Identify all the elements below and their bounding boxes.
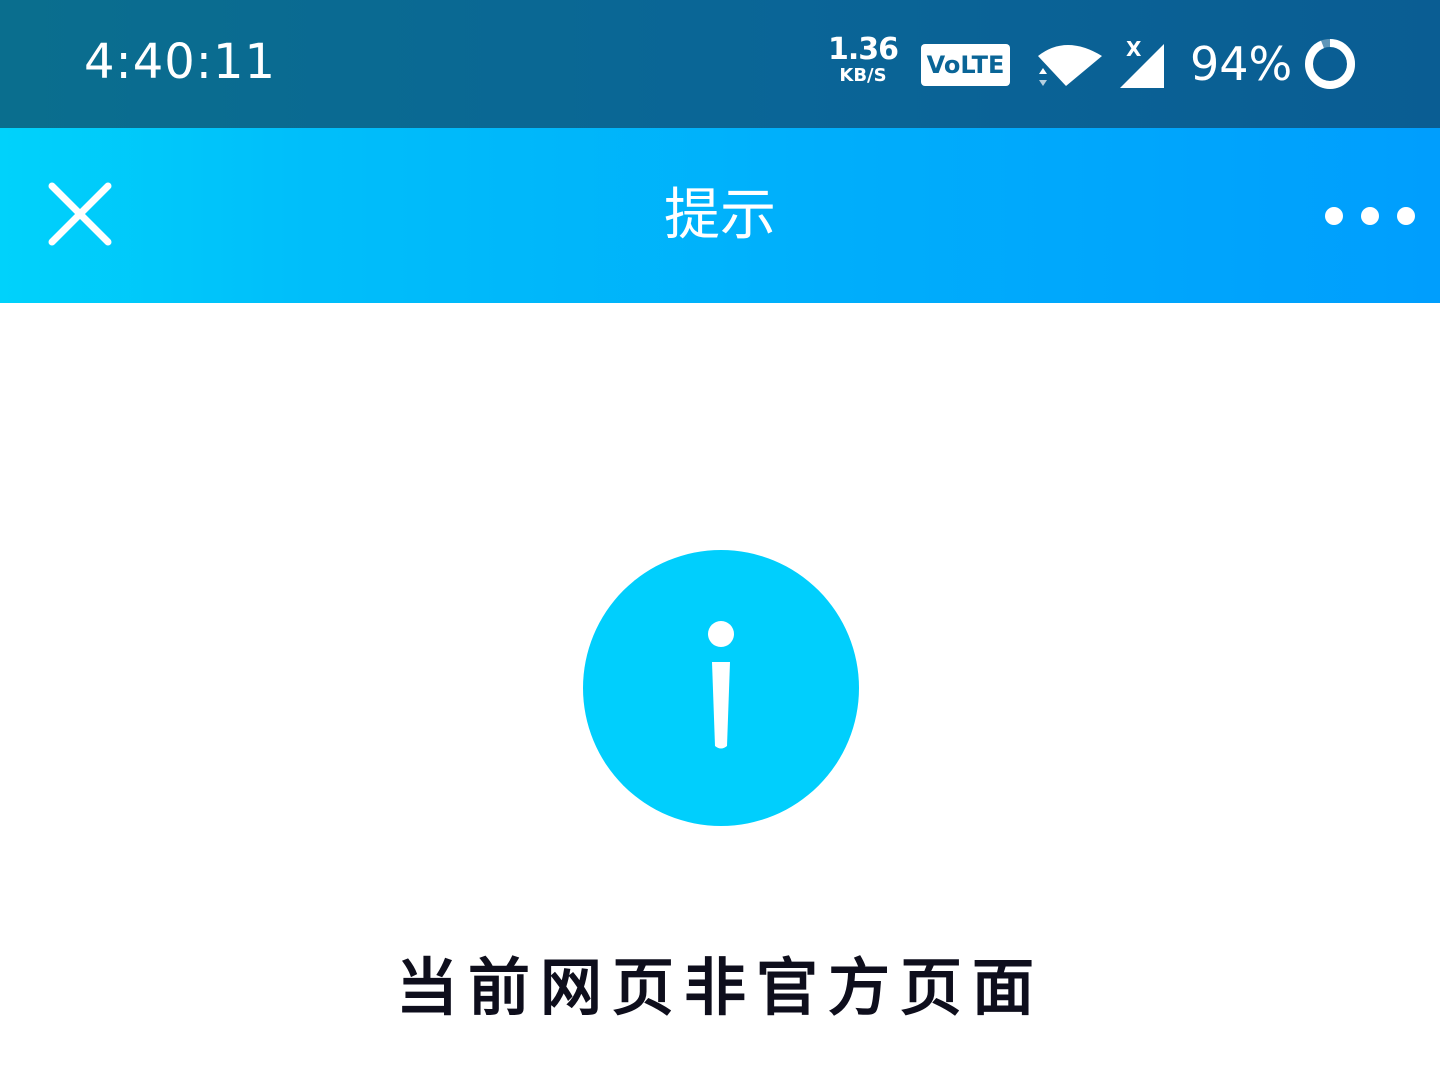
battery-percent: 94% [1190,37,1293,91]
signal-badge: X [1126,37,1142,61]
more-button[interactable] [1324,198,1416,234]
network-speed-value: 1.36 [828,32,899,67]
info-icon [583,550,859,826]
wifi-icon [1038,45,1102,86]
battery-icon [1305,39,1355,89]
status-bar: 4:40:11 1.36 KB/S VoLTE X 94% [0,0,1440,128]
more-icon [1325,207,1415,225]
page-title: 提示 [664,183,776,248]
status-time: 4:40:11 [84,34,277,90]
network-speed-unit: KB/S [839,65,887,86]
signal-icon: X [1120,37,1164,88]
network-speed-indicator: 1.36 KB/S [828,32,899,86]
warning-message: 当前网页非官方页面 [395,951,1044,1024]
close-button[interactable] [40,174,120,254]
close-icon [48,182,112,246]
volte-badge: VoLTE [921,44,1010,86]
title-bar: 提示 [0,128,1440,303]
